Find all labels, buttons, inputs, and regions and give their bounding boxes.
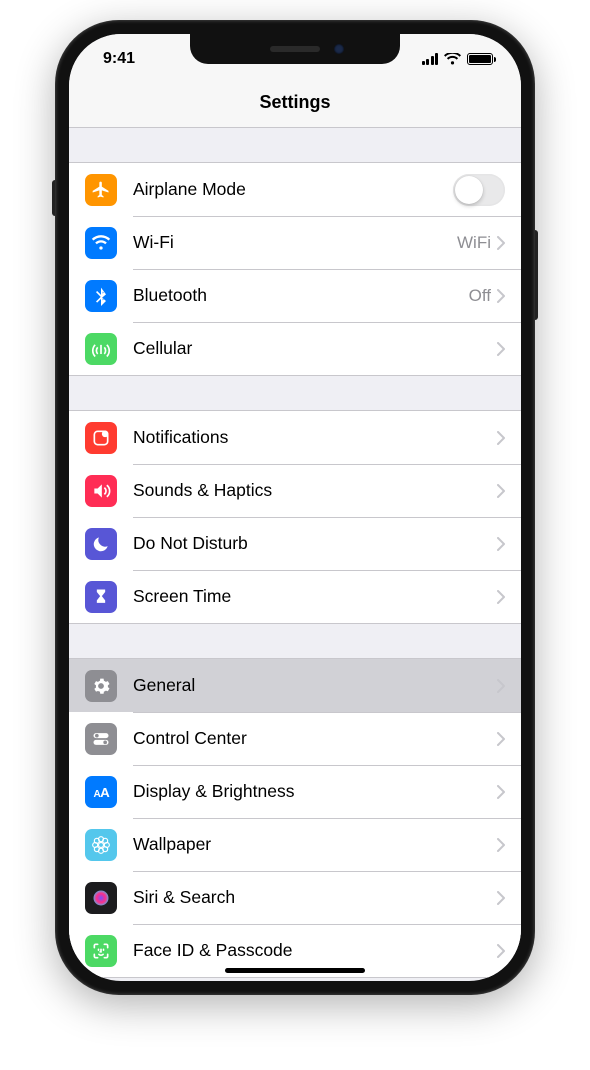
battery-icon bbox=[467, 53, 493, 65]
notch bbox=[190, 34, 400, 64]
row-label: General bbox=[133, 675, 497, 696]
speaker bbox=[270, 46, 320, 52]
settings-row-controlcenter[interactable]: Control Center bbox=[69, 712, 521, 765]
section-spacer bbox=[69, 624, 521, 658]
siri-icon bbox=[85, 882, 117, 914]
settings-row-notifications[interactable]: Notifications bbox=[69, 411, 521, 464]
chevron-right-icon bbox=[497, 289, 505, 303]
row-label: Notifications bbox=[133, 427, 497, 448]
bluetooth-icon bbox=[85, 280, 117, 312]
settings-group: Airplane ModeWi-FiWiFiBluetoothOffCellul… bbox=[69, 162, 521, 376]
row-label: Cellular bbox=[133, 338, 497, 359]
section-spacer bbox=[69, 376, 521, 410]
aa-icon: AA bbox=[85, 776, 117, 808]
row-label: Control Center bbox=[133, 728, 497, 749]
row-label: Siri & Search bbox=[133, 887, 497, 908]
toggle-airplane[interactable] bbox=[453, 174, 505, 206]
face-icon bbox=[85, 935, 117, 967]
chevron-right-icon bbox=[497, 590, 505, 604]
sounds-icon bbox=[85, 475, 117, 507]
home-indicator[interactable] bbox=[225, 968, 365, 973]
toggle-knob bbox=[455, 176, 483, 204]
chevron-right-icon bbox=[497, 944, 505, 958]
chevron-right-icon bbox=[497, 732, 505, 746]
hourglass-icon bbox=[85, 581, 117, 613]
row-value: Off bbox=[469, 286, 491, 306]
chevron-right-icon bbox=[497, 537, 505, 551]
section-spacer bbox=[69, 128, 521, 162]
settings-row-cellular[interactable]: Cellular bbox=[69, 322, 521, 375]
settings-row-wifi[interactable]: Wi-FiWiFi bbox=[69, 216, 521, 269]
settings-row-bluetooth[interactable]: BluetoothOff bbox=[69, 269, 521, 322]
chevron-right-icon bbox=[497, 838, 505, 852]
settings-row-general[interactable]: General bbox=[69, 659, 521, 712]
front-camera bbox=[334, 44, 344, 54]
cellular-signal-icon bbox=[422, 53, 439, 65]
settings-row-wallpaper[interactable]: Wallpaper bbox=[69, 818, 521, 871]
moon-icon bbox=[85, 528, 117, 560]
wifi-icon bbox=[85, 227, 117, 259]
switches-icon bbox=[85, 723, 117, 755]
row-label: Display & Brightness bbox=[133, 781, 497, 802]
wifi-icon bbox=[444, 53, 461, 65]
svg-text:A: A bbox=[100, 785, 110, 800]
settings-row-siri[interactable]: Siri & Search bbox=[69, 871, 521, 924]
status-indicators bbox=[422, 47, 494, 65]
settings-row-dnd[interactable]: Do Not Disturb bbox=[69, 517, 521, 570]
settings-list: Airplane ModeWi-FiWiFiBluetoothOffCellul… bbox=[69, 128, 521, 978]
chevron-right-icon bbox=[497, 484, 505, 498]
settings-row-display[interactable]: AA Display & Brightness bbox=[69, 765, 521, 818]
settings-row-sounds[interactable]: Sounds & Haptics bbox=[69, 464, 521, 517]
device-frame: 9:41 Settings Airplane ModeWi-FiWiFiBlue… bbox=[55, 20, 535, 995]
row-label: Wi-Fi bbox=[133, 232, 457, 253]
row-value: WiFi bbox=[457, 233, 491, 253]
flower-icon bbox=[85, 829, 117, 861]
settings-group: General Control Center AA Display & Brightn… bbox=[69, 658, 521, 978]
notifications-icon bbox=[85, 422, 117, 454]
chevron-right-icon bbox=[497, 891, 505, 905]
chevron-right-icon bbox=[497, 431, 505, 445]
row-label: Bluetooth bbox=[133, 285, 469, 306]
row-label: Face ID & Passcode bbox=[133, 940, 497, 961]
airplane-icon bbox=[85, 174, 117, 206]
row-label: Do Not Disturb bbox=[133, 533, 497, 554]
screen: 9:41 Settings Airplane ModeWi-FiWiFiBlue… bbox=[69, 34, 521, 981]
chevron-right-icon bbox=[497, 679, 505, 693]
chevron-right-icon bbox=[497, 236, 505, 250]
settings-group: Notifications Sounds & Haptics Do Not Dist… bbox=[69, 410, 521, 624]
chevron-right-icon bbox=[497, 785, 505, 799]
row-label: Airplane Mode bbox=[133, 179, 453, 200]
row-label: Screen Time bbox=[133, 586, 497, 607]
row-label: Sounds & Haptics bbox=[133, 480, 497, 501]
settings-row-airplane[interactable]: Airplane Mode bbox=[69, 163, 521, 216]
chevron-right-icon bbox=[497, 342, 505, 356]
cellular-icon bbox=[85, 333, 117, 365]
status-time: 9:41 bbox=[103, 44, 135, 68]
gear-icon bbox=[85, 670, 117, 702]
settings-row-screentime[interactable]: Screen Time bbox=[69, 570, 521, 623]
page-title: Settings bbox=[69, 78, 521, 128]
row-label: Wallpaper bbox=[133, 834, 497, 855]
